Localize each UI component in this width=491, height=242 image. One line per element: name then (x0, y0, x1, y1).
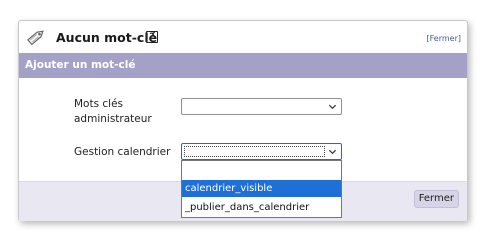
panel-header: Aucun mot-clé ? [Fermer] (19, 21, 467, 52)
section-bar: Ajouter un mot-clé (19, 53, 467, 78)
calendar-management-label: Gestion calendrier (74, 146, 171, 158)
calendar-management-select[interactable] (181, 143, 342, 160)
tag-icon (27, 30, 44, 46)
admin-keywords-select[interactable] (181, 98, 342, 115)
keyword-panel: Aucun mot-clé ? [Fermer] Ajouter un mot-… (18, 20, 468, 221)
chevron-down-icon (328, 149, 337, 155)
section-title: Ajouter un mot-clé (25, 59, 136, 71)
close-button[interactable]: Fermer (413, 190, 459, 208)
admin-keywords-label: Mots clés administrateur (74, 98, 152, 125)
panel-title: Aucun mot-clé (56, 30, 158, 45)
focus-ring (184, 146, 325, 157)
dropdown-option-calendrier-visible[interactable]: calendrier_visible (182, 180, 341, 197)
close-link[interactable]: [Fermer] (427, 34, 461, 43)
dropdown-option-publier-dans-calendrier[interactable]: _publier_dans_calendrier (182, 199, 341, 216)
help-icon[interactable]: ? (146, 31, 158, 43)
dropdown-option-empty[interactable] (182, 161, 341, 178)
calendar-dropdown-list: calendrier_visible _publier_dans_calendr… (181, 160, 342, 218)
chevron-down-icon (328, 104, 337, 110)
